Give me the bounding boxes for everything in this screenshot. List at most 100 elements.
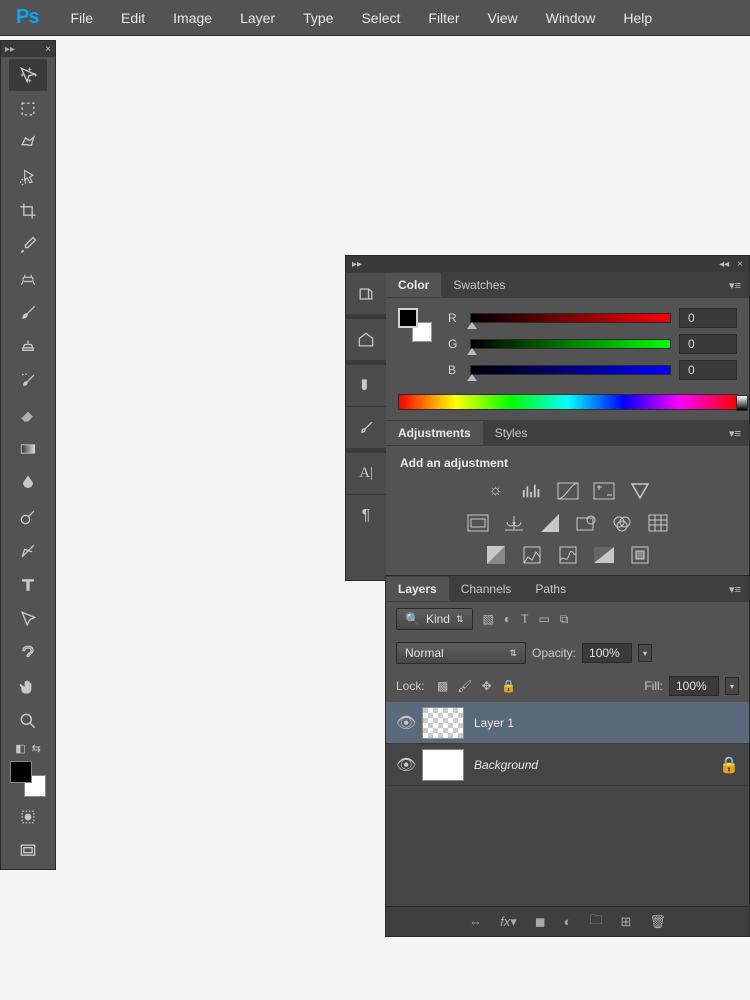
selective-color-icon[interactable] bbox=[627, 544, 653, 566]
healing-brush-tool[interactable] bbox=[9, 263, 47, 295]
invert-icon[interactable] bbox=[483, 544, 509, 566]
menu-filter[interactable]: Filter bbox=[414, 2, 473, 34]
zoom-tool[interactable] bbox=[9, 705, 47, 737]
color-panel-fgbg[interactable] bbox=[398, 308, 432, 342]
filter-type-icon[interactable]: T bbox=[521, 612, 528, 627]
tools-panel-header[interactable]: ▸▸ × bbox=[1, 41, 55, 57]
color-balance-icon[interactable] bbox=[501, 512, 527, 534]
panel-menu-icon[interactable]: ▾≡ bbox=[721, 583, 749, 596]
posterize-icon[interactable] bbox=[519, 544, 545, 566]
layer-row[interactable]: 👁 Background 🔒 bbox=[386, 744, 749, 786]
visibility-toggle-icon[interactable]: 👁 bbox=[396, 713, 412, 733]
crop-tool[interactable] bbox=[9, 195, 47, 227]
screen-mode-tool[interactable] bbox=[9, 835, 47, 867]
fill-stepper[interactable]: ▾ bbox=[725, 677, 739, 695]
adjustment-layer-icon[interactable]: ◐ bbox=[564, 914, 572, 929]
gradient-map-icon[interactable] bbox=[591, 544, 617, 566]
pen-tool[interactable] bbox=[9, 535, 47, 567]
menu-edit[interactable]: Edit bbox=[107, 2, 159, 34]
panel-menu-icon[interactable]: ▾≡ bbox=[721, 279, 749, 292]
gradient-tool[interactable] bbox=[9, 433, 47, 465]
close-icon[interactable]: × bbox=[737, 259, 743, 270]
swap-colors-icon[interactable]: ⇆ bbox=[32, 742, 41, 755]
eyedropper-tool[interactable] bbox=[9, 229, 47, 261]
filter-pixel-icon[interactable]: ▧ bbox=[483, 612, 494, 627]
menu-help[interactable]: Help bbox=[609, 2, 666, 34]
paragraph-panel-icon[interactable]: ¶ bbox=[346, 494, 386, 536]
layer-mask-icon[interactable]: ◼ bbox=[535, 914, 546, 930]
history-panel-icon[interactable] bbox=[346, 272, 386, 314]
brush-presets-panel-icon[interactable] bbox=[346, 406, 386, 448]
tab-swatches[interactable]: Swatches bbox=[441, 273, 517, 297]
menu-image[interactable]: Image bbox=[159, 2, 226, 34]
menu-file[interactable]: File bbox=[56, 2, 107, 34]
expand-icon[interactable]: ▸▸ bbox=[5, 44, 15, 55]
tab-adjustments[interactable]: Adjustments bbox=[386, 421, 483, 445]
visibility-toggle-icon[interactable]: 👁 bbox=[396, 755, 412, 775]
menu-layer[interactable]: Layer bbox=[226, 2, 289, 34]
filter-smart-icon[interactable]: ⧉ bbox=[560, 612, 569, 627]
hue-saturation-icon[interactable] bbox=[465, 512, 491, 534]
filter-adjustment-icon[interactable]: ◐ bbox=[504, 612, 511, 627]
black-white-icon[interactable] bbox=[537, 512, 563, 534]
lock-all-icon[interactable]: 🔒 bbox=[501, 678, 517, 694]
layer-thumbnail[interactable] bbox=[422, 707, 464, 739]
filter-shape-icon[interactable]: ▭ bbox=[538, 612, 549, 627]
tab-channels[interactable]: Channels bbox=[449, 577, 524, 601]
green-slider[interactable] bbox=[470, 339, 671, 349]
levels-icon[interactable] bbox=[519, 480, 545, 502]
blue-value-input[interactable]: 0 bbox=[679, 360, 737, 380]
threshold-icon[interactable] bbox=[555, 544, 581, 566]
red-slider[interactable] bbox=[470, 313, 671, 323]
tab-paths[interactable]: Paths bbox=[523, 577, 578, 601]
menu-window[interactable]: Window bbox=[532, 2, 610, 34]
color-spectrum[interactable] bbox=[398, 394, 737, 410]
tab-layers[interactable]: Layers bbox=[386, 577, 449, 601]
opacity-stepper[interactable]: ▾ bbox=[638, 644, 652, 662]
blur-tool[interactable] bbox=[9, 467, 47, 499]
layer-effects-icon[interactable]: fx▾ bbox=[500, 914, 517, 930]
layer-row[interactable]: 👁 Layer 1 bbox=[386, 702, 749, 744]
photo-filter-icon[interactable] bbox=[573, 512, 599, 534]
color-default-swap[interactable]: ◧ ⇆ bbox=[1, 739, 55, 757]
tab-styles[interactable]: Styles bbox=[483, 421, 540, 445]
foreground-color-swatch[interactable] bbox=[398, 308, 418, 328]
lock-pixels-icon[interactable]: 🖌 bbox=[457, 678, 473, 694]
marquee-tool[interactable] bbox=[9, 93, 47, 125]
history-brush-tool[interactable] bbox=[9, 365, 47, 397]
dodge-tool[interactable] bbox=[9, 501, 47, 533]
menu-select[interactable]: Select bbox=[347, 2, 414, 34]
layer-name[interactable]: Layer 1 bbox=[474, 716, 739, 730]
brush-tool[interactable] bbox=[9, 297, 47, 329]
path-select-tool[interactable] bbox=[9, 603, 47, 635]
new-layer-icon[interactable]: ⊞ bbox=[620, 914, 631, 930]
expand-icon[interactable]: ▸▸ bbox=[352, 259, 362, 270]
foreground-color-swatch[interactable] bbox=[10, 761, 32, 783]
layer-thumbnail[interactable] bbox=[422, 749, 464, 781]
channel-mixer-icon[interactable] bbox=[609, 512, 635, 534]
default-colors-icon[interactable]: ◧ bbox=[15, 742, 25, 755]
panel-group-header[interactable]: ▸▸ ◂◂ × bbox=[346, 256, 749, 272]
vibrance-icon[interactable] bbox=[627, 480, 653, 502]
red-value-input[interactable]: 0 bbox=[679, 308, 737, 328]
menu-view[interactable]: View bbox=[474, 2, 532, 34]
green-value-input[interactable]: 0 bbox=[679, 334, 737, 354]
layer-name[interactable]: Background bbox=[474, 758, 709, 772]
menu-type[interactable]: Type bbox=[289, 2, 347, 34]
layer-filter-dropdown[interactable]: 🔍 Kind ⇅ bbox=[396, 608, 473, 630]
curves-icon[interactable] bbox=[555, 480, 581, 502]
foreground-background-colors[interactable] bbox=[10, 761, 46, 797]
clone-stamp-tool[interactable] bbox=[9, 331, 47, 363]
shape-tool[interactable] bbox=[9, 637, 47, 669]
link-layers-icon[interactable]: ⇔ bbox=[469, 914, 482, 929]
lasso-tool[interactable] bbox=[9, 127, 47, 159]
close-icon[interactable]: × bbox=[45, 44, 51, 55]
exposure-icon[interactable] bbox=[591, 480, 617, 502]
brightness-contrast-icon[interactable]: ☼ bbox=[483, 480, 509, 502]
eraser-tool[interactable] bbox=[9, 399, 47, 431]
lock-position-icon[interactable]: ✥ bbox=[479, 678, 495, 694]
hand-tool[interactable] bbox=[9, 671, 47, 703]
delete-layer-icon[interactable]: 🗑 bbox=[649, 914, 666, 930]
group-layers-icon[interactable]: 🗀 bbox=[589, 911, 602, 933]
quick-select-tool[interactable] bbox=[9, 161, 47, 193]
